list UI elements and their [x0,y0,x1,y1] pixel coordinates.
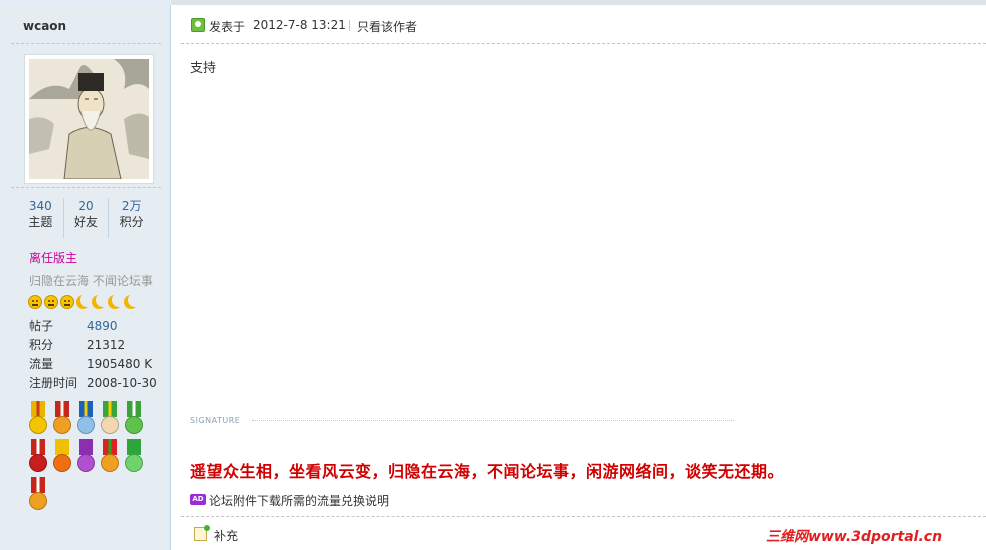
moon-level-icon [92,295,106,309]
profile-value: 2008-10-30 [87,376,157,390]
profile-value: 1905480 K [87,357,153,371]
profile-value[interactable]: 4890 [87,317,118,336]
profile-row: 注册时间 2008-10-30 [29,374,159,393]
stat-friends[interactable]: 20 好友 [64,198,110,238]
stat-value[interactable]: 20 [64,198,109,214]
ad-icon: AD [190,494,206,505]
medal-icon[interactable] [51,401,73,437]
medal-icon[interactable] [99,439,121,475]
medal-icon[interactable] [123,401,145,437]
edit-icon[interactable] [194,525,210,541]
ad-link[interactable]: 论坛附件下载所需的流量兑换说明 [209,492,389,509]
posted-label: 发表于 [209,20,246,34]
stat-label: 积分 [119,215,144,229]
posted-time: 2012-7-8 13:21 [253,18,346,32]
medal-icon[interactable] [75,401,97,437]
supplement-link[interactable]: 补充 [214,527,238,544]
user-profile: 帖子 4890 积分 21312 流量 1905480 K 注册时间 2008-… [29,317,159,393]
medal-icon[interactable] [27,477,49,513]
profile-key: 积分 [29,338,54,352]
user-sidebar: wcaon 340 主题 20 好友 2万 积分 离任版主 归隐在云海 不闻论坛… [0,5,171,550]
profile-row: 积分 21312 [29,336,159,355]
medal-list [27,401,157,513]
signature-text: 遥望众生相，坐看风云变，归隐在云海，不闻论坛事，闲游网络间，谈笑无还期。 [190,462,785,481]
header-divider [349,20,350,31]
user-rank[interactable]: 离任版主 [29,249,77,266]
only-author-link[interactable]: 只看该作者 [357,18,417,35]
level-icons [28,295,138,309]
sidebar-divider [11,43,161,44]
stat-topics[interactable]: 340 主题 [18,198,64,238]
username-link[interactable]: wcaon [23,19,66,33]
user-motto: 归隐在云海 不闻论坛事 [29,274,153,288]
signature-divider [252,420,734,421]
moon-level-icon [124,295,138,309]
moon-level-icon [108,295,122,309]
stat-label: 好友 [74,215,99,229]
sun-level-icon [60,295,74,309]
user-online-icon [191,18,205,32]
footer-separator [181,516,986,517]
profile-key: 注册时间 [29,376,78,390]
post-header: 发表于 2012-7-8 13:21 只看该作者 [171,5,986,44]
sidebar-divider [11,187,161,188]
stat-credits[interactable]: 2万 积分 [109,198,154,238]
profile-key: 帖子 [29,319,54,333]
header-separator [181,43,986,44]
stat-value[interactable]: 2万 [109,198,154,214]
medal-icon[interactable] [27,401,49,437]
medal-icon[interactable] [51,439,73,475]
post-body: 支持 [190,61,217,76]
profile-row: 流量 1905480 K [29,355,159,374]
profile-row: 帖子 4890 [29,317,159,336]
moon-level-icon [76,295,90,309]
stat-label: 主题 [28,215,53,229]
medal-icon[interactable] [123,439,145,475]
sun-level-icon [28,295,42,309]
sun-level-icon [44,295,58,309]
site-watermark: 三维网www.3dportal.cn [766,529,943,545]
profile-value: 21312 [87,338,126,352]
user-stats: 340 主题 20 好友 2万 积分 [18,198,154,238]
medal-icon[interactable] [99,401,121,437]
medal-icon[interactable] [75,439,97,475]
medal-icon[interactable] [27,439,49,475]
profile-key: 流量 [29,357,54,371]
avatar[interactable] [29,59,149,179]
stat-value[interactable]: 340 [18,198,63,214]
avatar-frame[interactable] [24,54,154,184]
signature-label: SIGNATURE [190,416,241,425]
